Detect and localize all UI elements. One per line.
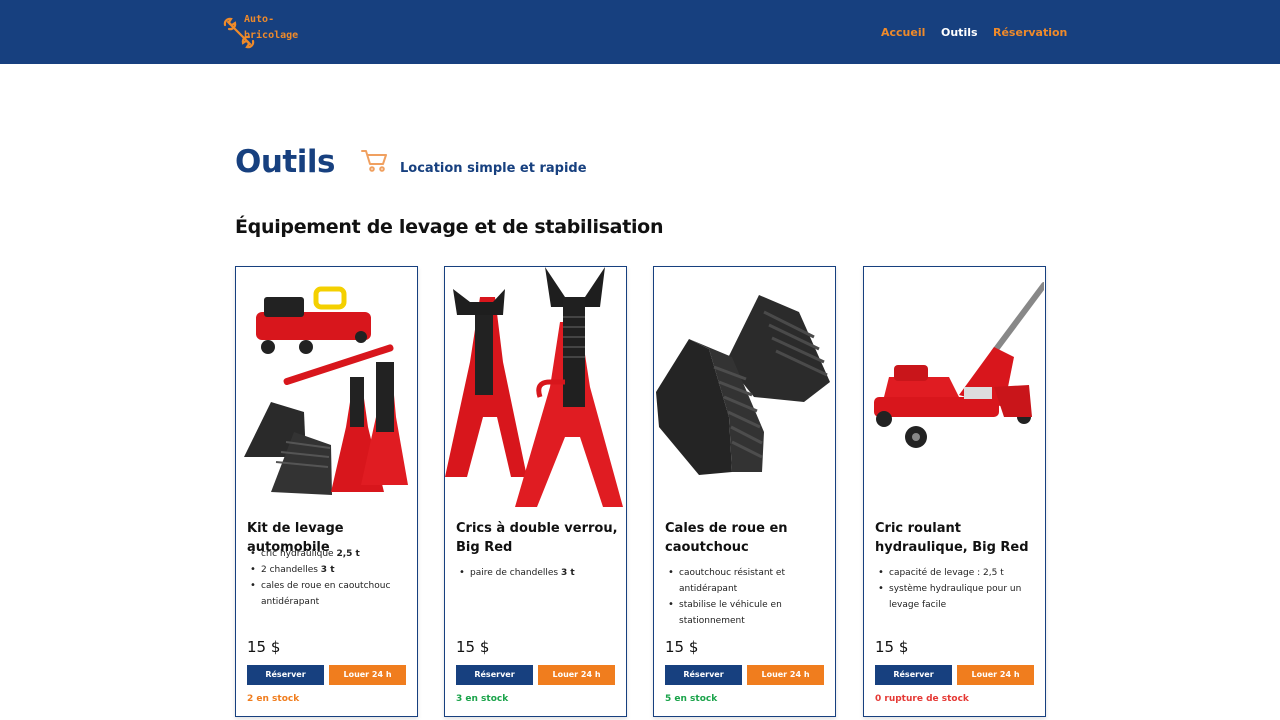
page-title: Outils — [235, 144, 335, 180]
feature-item: caoutchouc résistant et antidérapant — [665, 565, 827, 597]
feature-list: paire de chandelles 3 t — [456, 565, 618, 581]
feature-list: capacité de levage : 2,5 t système hydra… — [875, 565, 1037, 613]
product-image-lifting-kit[interactable] — [236, 267, 416, 507]
feature-list: caoutchouc résistant et antidérapant sta… — [665, 565, 827, 629]
site-logo[interactable]: Auto- bricolage — [222, 12, 332, 52]
top-navigation-bar: Auto- bricolage Accueil Outils Réservati… — [0, 0, 1280, 64]
rent-24h-button[interactable]: Louer 24 h — [957, 665, 1034, 685]
rent-24h-button[interactable]: Louer 24 h — [747, 665, 824, 685]
nav-link-reservation[interactable]: Réservation — [993, 26, 1067, 39]
logo-text-line1: Auto- — [244, 14, 275, 25]
product-price: 15 $ — [665, 638, 699, 656]
product-price: 15 $ — [247, 638, 281, 656]
feature-list: cric hydraulique 2,5 t 2 chandelles 3 t … — [247, 546, 409, 610]
reserve-button[interactable]: Réserver — [247, 665, 324, 685]
feature-item: paire de chandelles 3 t — [456, 565, 618, 581]
tagline: Location simple et rapide — [400, 161, 587, 176]
product-card: Crics à double verrou, Big Red paire de … — [444, 266, 627, 717]
product-image-wheel-chocks[interactable] — [654, 267, 834, 507]
reserve-button[interactable]: Réserver — [875, 665, 952, 685]
cart-icon — [361, 150, 387, 172]
feature-item: cales de roue en caoutchouc antidérapant — [247, 578, 409, 610]
reserve-button[interactable]: Réserver — [665, 665, 742, 685]
feature-item: système hydraulique pour un levage facil… — [875, 581, 1037, 613]
nav-link-outils[interactable]: Outils — [941, 26, 978, 39]
product-image-jack-stands[interactable] — [445, 267, 625, 507]
stock-status: 5 en stock — [665, 694, 718, 704]
stock-status: 2 en stock — [247, 694, 300, 704]
stock-status: 3 en stock — [456, 694, 509, 704]
product-card: Kit de levage automobile cric hydrauliqu… — [235, 266, 418, 717]
rent-24h-button[interactable]: Louer 24 h — [538, 665, 615, 685]
product-image-floor-jack[interactable] — [864, 267, 1044, 507]
nav-link-accueil[interactable]: Accueil — [881, 26, 925, 39]
product-price: 15 $ — [456, 638, 490, 656]
feature-item: capacité de levage : 2,5 t — [875, 565, 1037, 581]
product-title: Crics à double verrou, Big Red — [456, 521, 618, 555]
feature-item: stabilise le véhicule en stationnement — [665, 597, 827, 629]
feature-item: 2 chandelles 3 t — [247, 562, 409, 578]
rent-24h-button[interactable]: Louer 24 h — [329, 665, 406, 685]
product-title: Cales de roue en caoutchouc — [665, 521, 788, 555]
feature-item: cric hydraulique 2,5 t — [247, 546, 409, 562]
reserve-button[interactable]: Réserver — [456, 665, 533, 685]
stock-status: 0 rupture de stock — [875, 694, 969, 704]
product-title: Cric roulant hydraulique, Big Red — [875, 521, 1029, 555]
product-price: 15 $ — [875, 638, 909, 656]
section-title: Équipement de levage et de stabilisation — [235, 216, 664, 238]
logo-text-line2: bricolage — [244, 30, 299, 41]
product-card: Cric roulant hydraulique, Big Red capaci… — [863, 266, 1046, 717]
product-card: Cales de roue en caoutchouc caoutchouc r… — [653, 266, 836, 717]
